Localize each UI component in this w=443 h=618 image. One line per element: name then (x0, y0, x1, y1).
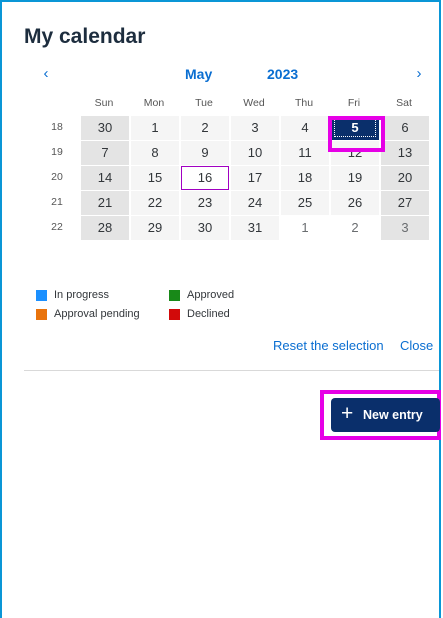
day-cell[interactable]: 29 (131, 216, 179, 240)
weekday-label: Fri (347, 97, 361, 109)
day-cell[interactable]: 2 (181, 116, 229, 140)
new-entry-label: New entry (363, 408, 423, 422)
legend-label: Approved (187, 289, 235, 301)
day-cell[interactable]: 26 (331, 191, 379, 215)
day-cell[interactable]: 21 (81, 191, 129, 215)
day-cell[interactable]: 2 (331, 216, 379, 240)
week-number: 20 (51, 171, 63, 183)
reset-selection-link[interactable]: Reset the selection (273, 338, 384, 353)
year-picker-button[interactable]: 2023 (267, 66, 298, 82)
day-cell[interactable]: 30 (181, 216, 229, 240)
day-cell[interactable]: 12 (331, 141, 379, 165)
legend-label: In progress (54, 289, 110, 301)
day-cell[interactable]: 31 (231, 216, 279, 240)
day-cell[interactable]: 30 (81, 116, 129, 140)
new-entry-button[interactable]: + New entry (331, 398, 440, 432)
day-cell[interactable]: 9 (181, 141, 229, 165)
legend-swatch (36, 309, 47, 320)
day-cell[interactable]: 25 (281, 191, 329, 215)
day-cell[interactable]: 7 (81, 141, 129, 165)
day-cell[interactable]: 24 (231, 191, 279, 215)
day-cell[interactable]: 14 (81, 166, 129, 190)
day-cell-selected[interactable]: 5 (331, 116, 379, 140)
day-cell[interactable]: 6 (381, 116, 429, 140)
weekday-label: Mon (143, 97, 165, 109)
plus-icon: + (341, 402, 354, 425)
month-picker-button[interactable]: May (185, 66, 212, 82)
legend-swatch (169, 290, 180, 301)
day-cell[interactable]: 3 (231, 116, 279, 140)
calendar-header: ‹ May 2023 › (24, 64, 434, 86)
day-cell[interactable]: 3 (381, 216, 429, 240)
day-cell[interactable]: 1 (281, 216, 329, 240)
divider (24, 370, 439, 371)
weekday-label: Wed (243, 97, 265, 109)
day-cell[interactable]: 28 (81, 216, 129, 240)
legend-swatch (169, 309, 180, 320)
day-cell[interactable]: 4 (281, 116, 329, 140)
day-cell-today[interactable]: 16 (181, 166, 229, 190)
day-cell[interactable]: 1 (131, 116, 179, 140)
day-cell[interactable]: 27 (381, 191, 429, 215)
day-cell[interactable]: 11 (281, 141, 329, 165)
legend-label: Approval pending (54, 308, 140, 320)
weekday-label: Thu (294, 97, 314, 109)
weekday-label: Tue (195, 97, 213, 109)
day-cell[interactable]: 20 (381, 166, 429, 190)
dialog-title: My calendar (24, 25, 146, 48)
chevron-right-icon[interactable]: › (407, 64, 431, 86)
chevron-left-icon[interactable]: ‹ (34, 64, 58, 86)
weekday-label: Sat (396, 97, 412, 109)
week-number: 22 (51, 221, 63, 233)
day-cell[interactable]: 17 (231, 166, 279, 190)
week-number: 21 (51, 196, 63, 208)
legend-swatch (36, 290, 47, 301)
day-cell[interactable]: 19 (331, 166, 379, 190)
day-cell[interactable]: 10 (231, 141, 279, 165)
weekday-label: Sun (94, 97, 114, 109)
focus-outline: 5 (334, 119, 376, 137)
day-cell[interactable]: 15 (131, 166, 179, 190)
week-number: 18 (51, 121, 63, 133)
day-cell[interactable]: 23 (181, 191, 229, 215)
week-number: 19 (51, 146, 63, 158)
day-cell[interactable]: 22 (131, 191, 179, 215)
close-link[interactable]: Close (400, 338, 433, 353)
day-cell[interactable]: 18 (281, 166, 329, 190)
day-cell[interactable]: 13 (381, 141, 429, 165)
day-cell[interactable]: 8 (131, 141, 179, 165)
legend-label: Declined (187, 308, 230, 320)
